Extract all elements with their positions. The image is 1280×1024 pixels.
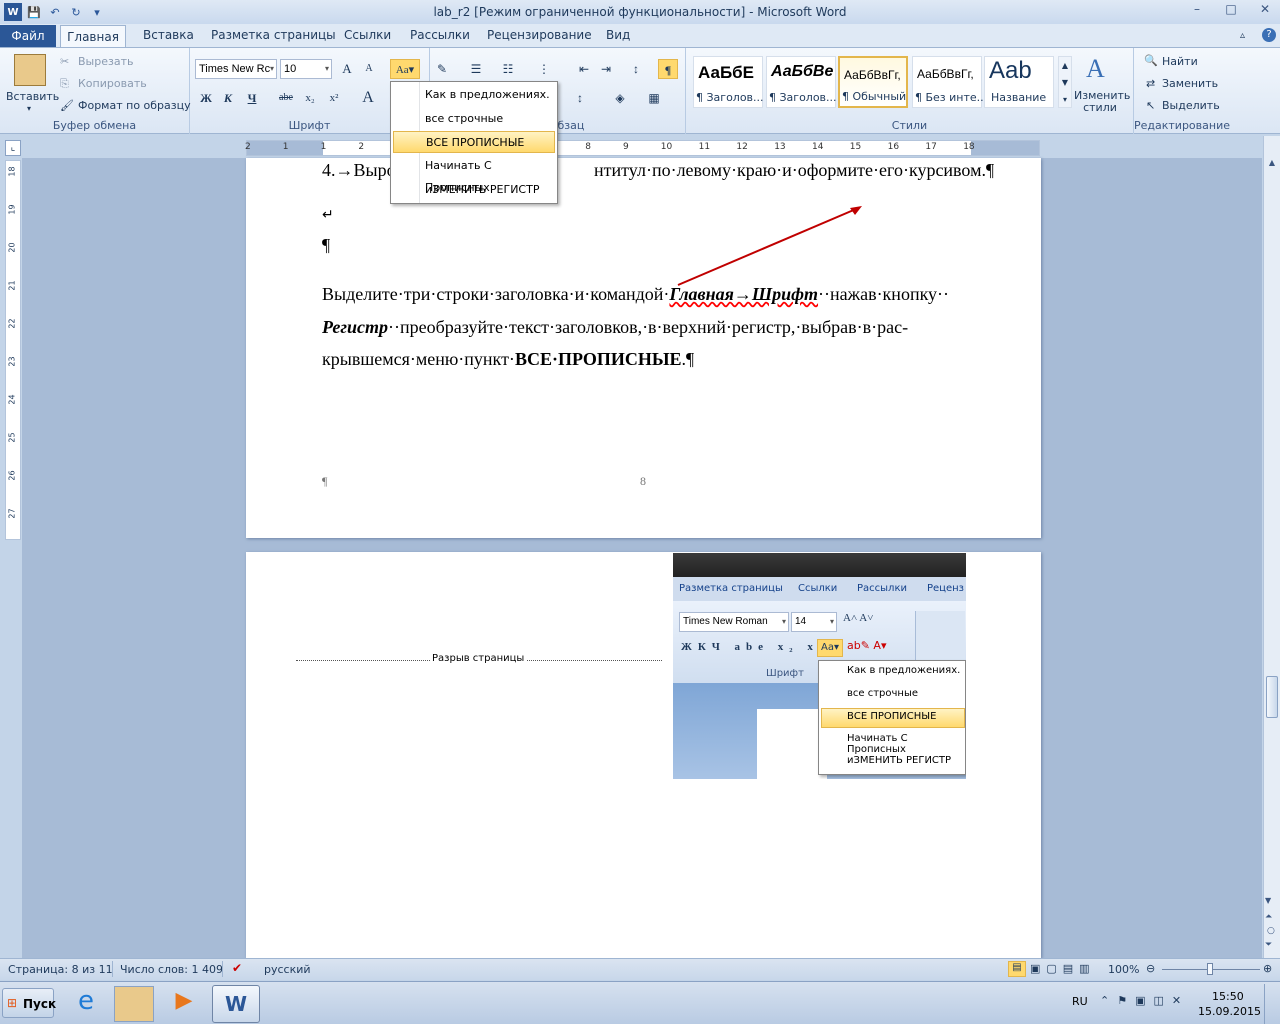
inner-menu-item: иЗМЕНИТЬ РЕГИСТР — [847, 755, 952, 766]
zoom-in-icon[interactable]: ⊕ — [1263, 962, 1272, 975]
menu-uppercase[interactable]: ВСЕ ПРОПИСНЫЕ — [393, 131, 555, 153]
inner-color-icons: ab✎ A▾ — [847, 639, 887, 652]
start-label: Пуск — [23, 997, 57, 1011]
start-button[interactable]: ⊞ Пуск — [2, 988, 57, 1018]
view-buttons-icon[interactable]: ▣▢▤▥ — [1030, 962, 1096, 975]
inner-size-value: 14 — [795, 616, 807, 627]
menu-sentence-case[interactable]: Как в предложениях. — [393, 84, 555, 106]
word-taskbar-icon[interactable]: W — [212, 985, 260, 1023]
inner-grow-icon: A˄ A˅ — [843, 612, 874, 624]
inner-menu-item: Как в предложениях. — [847, 665, 961, 676]
menu-lowercase[interactable]: все строчные — [393, 108, 555, 130]
inner-menu-item: Начинать С Прописных — [847, 733, 908, 755]
clock-time[interactable]: 15:50 — [1212, 990, 1244, 1003]
windows-logo-icon: ⊞ — [7, 996, 18, 1010]
inner-format-buttons: ЖКЧ abe x₂ x² — [681, 641, 829, 653]
inner-font-value: Times New Roman — [683, 616, 768, 627]
page-status[interactable]: Страница: 8 из 11 — [8, 963, 113, 976]
show-desktop-button[interactable] — [1264, 984, 1278, 1024]
inner-case-button: Aa▾ — [817, 639, 843, 657]
browse-object-icon[interactable]: ○ — [1267, 926, 1275, 936]
input-language[interactable]: RU — [1072, 995, 1088, 1008]
next-page-icon[interactable]: ⏷ — [1265, 940, 1272, 950]
menu-toggle-case[interactable]: иЗМЕНИТЬ РЕГИСТР — [393, 179, 555, 201]
inner-case-menu: Как в предложениях. все строчные ВСЕ ПРО… — [818, 660, 966, 775]
print-layout-icon[interactable]: ▤ — [1008, 961, 1026, 977]
zoom-out-icon[interactable]: ⊖ — [1146, 962, 1155, 975]
zoom-level[interactable]: 100% — [1108, 963, 1139, 976]
prev-page-icon[interactable]: ⏶ — [1265, 912, 1272, 922]
inner-tab-review: Реценз — [927, 583, 964, 594]
embedded-screenshot: Разметка страницы Ссылки Рассылки Реценз… — [673, 553, 966, 779]
clock-date[interactable]: 15.09.2015 — [1198, 1005, 1261, 1018]
ie-icon[interactable]: e — [66, 986, 106, 1022]
inner-menu-item: все строчные — [847, 688, 919, 699]
inner-menu-item-selected: ВСЕ ПРОПИСНЫЕ — [847, 711, 937, 722]
word-count[interactable]: Число слов: 1 409 — [120, 963, 223, 976]
explorer-icon[interactable] — [114, 986, 154, 1022]
inner-tab-mailings: Рассылки — [857, 583, 907, 594]
page-break-label: Разрыв страницы — [430, 653, 527, 664]
taskbar: ⊞ Пуск e ▶ W RU ⌃⚑▣◫✕ 15:50 15.09.2015 — [0, 981, 1280, 1024]
change-case-menu: Как в предложениях. все строчные ВСЕ ПРО… — [390, 81, 558, 204]
status-bar: Страница: 8 из 11 Число слов: 1 409 ✔ ру… — [0, 958, 1280, 980]
inner-group-label: Шрифт — [766, 668, 804, 679]
scroll-up-icon[interactable]: ▲ — [1265, 158, 1279, 172]
scroll-thumb[interactable] — [1266, 676, 1278, 718]
proofing-icon[interactable]: ✔ — [232, 961, 242, 975]
media-player-icon[interactable]: ▶ — [164, 988, 204, 1020]
scroll-down-icon[interactable]: ▼ — [1265, 896, 1271, 905]
zoom-thumb[interactable] — [1207, 963, 1213, 975]
menu-capitalize-each-word[interactable]: Начинать С Прописных — [393, 155, 555, 194]
inner-tab-page-layout: Разметка страницы — [679, 583, 783, 594]
language-status[interactable]: русский — [264, 963, 311, 976]
inner-tab-references: Ссылки — [798, 583, 838, 594]
tray-icons[interactable]: ⌃⚑▣◫✕ — [1100, 994, 1189, 1007]
vertical-scrollbar[interactable]: ▲ ▼ ⏶ ○ ⏷ — [1263, 136, 1280, 958]
inner-font-combo: Times New Roman ▾ — [679, 612, 789, 632]
inner-size-combo: 14 ▾ — [791, 612, 837, 632]
